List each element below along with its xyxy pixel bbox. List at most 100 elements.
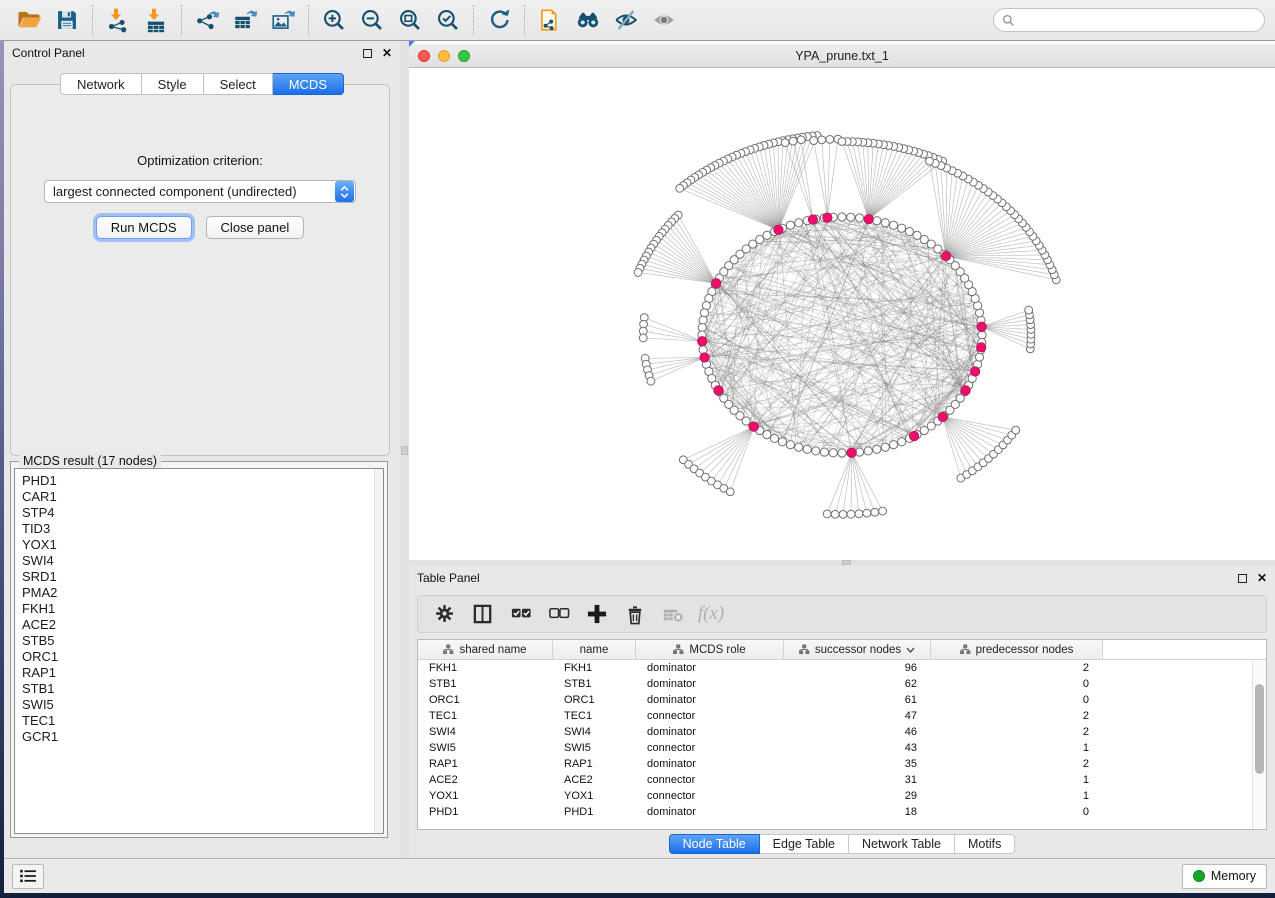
cell-successor-nodes[interactable]: 47 — [784, 710, 931, 722]
close-panel-icon[interactable]: ✕ — [1257, 572, 1267, 584]
select-all-button[interactable] — [504, 599, 538, 629]
graph-node[interactable] — [864, 447, 872, 455]
graph-dominator-node[interactable] — [977, 322, 986, 331]
mcds-result-item[interactable]: YOX1 — [22, 537, 383, 553]
graph-dominator-node[interactable] — [808, 215, 817, 224]
cell-name[interactable]: FKH1 — [553, 662, 636, 674]
table-row[interactable]: PHD1PHD1dominator180 — [418, 804, 1266, 820]
cell-shared-name[interactable]: SWI4 — [418, 726, 553, 738]
cell-predecessor-nodes[interactable]: 1 — [931, 742, 1103, 754]
graph-dominator-node[interactable] — [909, 431, 918, 440]
cell-shared-name[interactable]: TEC1 — [418, 710, 553, 722]
graph-node[interactable] — [700, 309, 708, 317]
cell-shared-name[interactable]: STB1 — [418, 678, 553, 690]
graph-node[interactable] — [863, 509, 871, 517]
import-table-button[interactable] — [137, 3, 175, 37]
graph-node[interactable] — [913, 231, 921, 239]
graph-node[interactable] — [889, 441, 897, 449]
graph-node[interactable] — [855, 510, 863, 518]
cell-name[interactable]: YOX1 — [553, 790, 636, 802]
close-panel-button[interactable]: Close panel — [206, 216, 305, 239]
mcds-result-item[interactable]: PMA2 — [22, 585, 383, 601]
graph-dominator-node[interactable] — [941, 251, 950, 260]
cell-MCDS-role[interactable]: dominator — [636, 726, 784, 738]
tab-mcds[interactable]: MCDS — [273, 73, 344, 95]
mcds-result-item[interactable]: ORC1 — [22, 649, 383, 665]
network-graph[interactable] — [409, 68, 1275, 560]
float-panel-icon[interactable] — [363, 49, 372, 58]
graph-node[interactable] — [786, 221, 794, 229]
graph-node[interactable] — [1012, 426, 1020, 434]
graph-node[interactable] — [905, 227, 913, 235]
mcds-result-item[interactable]: PHD1 — [22, 473, 383, 489]
graph-node[interactable] — [831, 510, 839, 518]
graph-node[interactable] — [726, 488, 734, 496]
memory-button[interactable]: Memory — [1182, 864, 1267, 889]
graph-node[interactable] — [795, 219, 803, 227]
tab-network[interactable]: Network — [60, 73, 142, 95]
mcds-result-item[interactable]: FKH1 — [22, 601, 383, 617]
mcds-result-item[interactable]: CAR1 — [22, 489, 383, 505]
graph-node[interactable] — [823, 510, 831, 518]
new-column-button[interactable] — [580, 599, 614, 629]
first-neighbors-button[interactable] — [569, 3, 607, 37]
graph-node[interactable] — [839, 510, 847, 518]
cell-shared-name[interactable]: FKH1 — [418, 662, 553, 674]
tab-select[interactable]: Select — [204, 73, 273, 95]
graph-node[interactable] — [789, 137, 797, 145]
mcds-result-item[interactable]: STB1 — [22, 681, 383, 697]
graph-node[interactable] — [781, 139, 789, 147]
graph-node[interactable] — [881, 219, 889, 227]
table-row[interactable]: SWI4SWI4dominator462 — [418, 724, 1266, 740]
column-header-successor-nodes[interactable]: successor nodes — [784, 640, 931, 659]
splitter-grip[interactable] — [401, 446, 408, 455]
table-row[interactable]: STB1STB1dominator620 — [418, 676, 1266, 692]
cell-MCDS-role[interactable]: dominator — [636, 694, 784, 706]
column-header-name[interactable]: name — [553, 640, 636, 659]
mcds-result-item[interactable]: TID3 — [22, 521, 383, 537]
graph-dominator-node[interactable] — [938, 412, 947, 421]
mcds-list-scrollbar[interactable] — [374, 469, 383, 833]
graph-node[interactable] — [812, 447, 820, 455]
mcds-result-item[interactable]: RAP1 — [22, 665, 383, 681]
cell-name[interactable]: RAP1 — [553, 758, 636, 770]
cell-successor-nodes[interactable]: 29 — [784, 790, 931, 802]
export-table-button[interactable] — [226, 3, 264, 37]
cell-successor-nodes[interactable]: 46 — [784, 726, 931, 738]
cell-successor-nodes[interactable]: 43 — [784, 742, 931, 754]
graph-dominator-node[interactable] — [977, 343, 986, 352]
splitter-grip[interactable] — [842, 560, 851, 565]
zoom-in-button[interactable] — [315, 3, 353, 37]
graph-node[interactable] — [778, 438, 786, 446]
zoom-fit-button[interactable] — [391, 3, 429, 37]
cell-MCDS-role[interactable]: dominator — [636, 758, 784, 770]
graph-dominator-node[interactable] — [714, 386, 723, 395]
graph-node[interactable] — [826, 135, 834, 143]
cell-MCDS-role[interactable]: connector — [636, 742, 784, 754]
graph-dominator-node[interactable] — [823, 213, 832, 222]
graph-node[interactable] — [975, 353, 983, 361]
cell-shared-name[interactable]: PHD1 — [418, 806, 553, 818]
graph-node[interactable] — [838, 213, 846, 221]
scrollbar-thumb[interactable] — [1255, 684, 1264, 774]
cell-successor-nodes[interactable]: 18 — [784, 806, 931, 818]
graph-node[interactable] — [847, 213, 855, 221]
graph-dominator-node[interactable] — [700, 353, 709, 362]
close-panel-icon[interactable]: ✕ — [382, 47, 392, 59]
cell-shared-name[interactable]: ACE2 — [418, 774, 553, 786]
search-input[interactable] — [1020, 13, 1256, 27]
graph-node[interactable] — [803, 445, 811, 453]
graph-node[interactable] — [829, 449, 837, 457]
cell-predecessor-nodes[interactable]: 2 — [931, 758, 1103, 770]
graph-dominator-node[interactable] — [864, 214, 873, 223]
graph-node[interactable] — [795, 443, 803, 451]
run-mcds-button[interactable]: Run MCDS — [96, 216, 192, 239]
cell-predecessor-nodes[interactable]: 1 — [931, 790, 1103, 802]
tab-network-table[interactable]: Network Table — [849, 834, 955, 854]
zoom-selected-button[interactable] — [429, 3, 467, 37]
cell-shared-name[interactable]: YOX1 — [418, 790, 553, 802]
cell-shared-name[interactable]: RAP1 — [418, 758, 553, 770]
graph-node[interactable] — [898, 224, 906, 232]
export-image-button[interactable] — [264, 3, 302, 37]
mcds-result-item[interactable]: SWI4 — [22, 553, 383, 569]
